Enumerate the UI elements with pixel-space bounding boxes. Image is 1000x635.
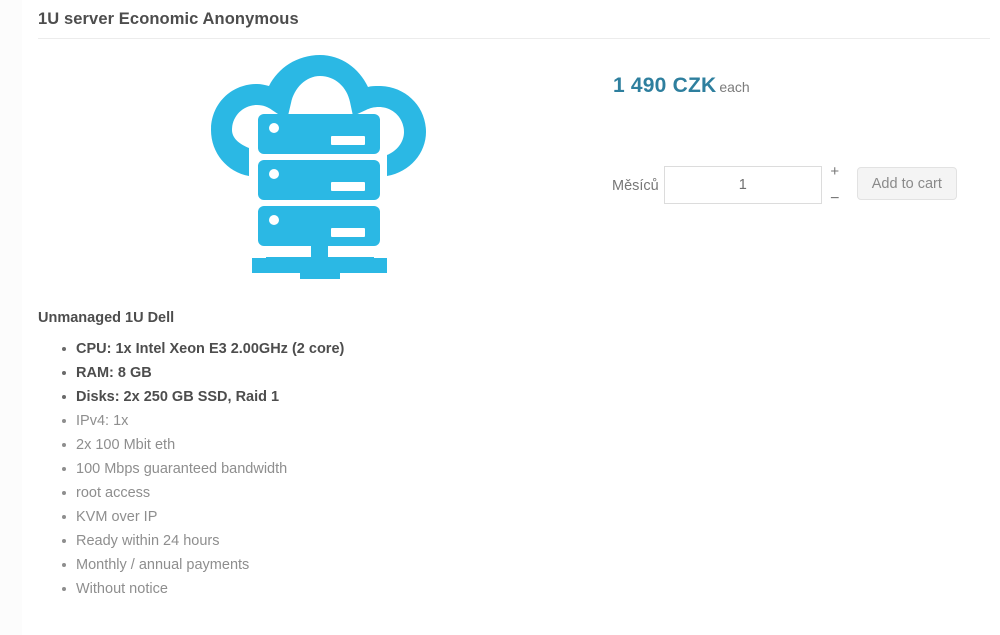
cloud-server-icon <box>211 55 426 279</box>
spec-list-item: 100 Mbps guaranteed bandwidth <box>38 462 578 477</box>
quantity-input[interactable] <box>663 166 822 204</box>
product-image <box>205 52 435 280</box>
quantity-label: Měsíců <box>612 178 659 194</box>
spec-list-item: IPv4: 1x <box>38 414 578 429</box>
price-unit-suffix: each <box>719 79 750 95</box>
title-divider <box>38 38 990 39</box>
description-heading: Unmanaged 1U Dell <box>38 310 175 326</box>
spec-list-item: Disks: 2x 250 GB SSD, Raid 1 <box>38 390 578 405</box>
product-description: Unmanaged 1U Dell CPU: 1x Intel Xeon E3 … <box>38 310 578 606</box>
price-amount: 1 490 CZK <box>613 74 717 97</box>
quantity-decrement-button[interactable]: − <box>829 191 841 207</box>
spec-list-item: 2x 100 Mbit eth <box>38 438 578 453</box>
spec-list-item: Ready within 24 hours <box>38 534 578 549</box>
spec-list-item: Without notice <box>38 582 578 597</box>
spec-list-item: root access <box>38 486 578 501</box>
product-detail-page: 1U server Economic Anonymous 1 490 CZK e… <box>0 0 1000 635</box>
page-title: 1U server Economic Anonymous <box>38 10 299 28</box>
quantity-stepper: + − <box>829 164 841 207</box>
spec-list-item: KVM over IP <box>38 510 578 525</box>
spec-list-item: RAM: 8 GB <box>38 366 578 381</box>
add-to-cart-button[interactable]: Add to cart <box>856 167 957 200</box>
quantity-increment-button[interactable]: + <box>829 164 841 179</box>
spec-list-item: Monthly / annual payments <box>38 558 578 573</box>
price-block: 1 490 CZK each <box>613 74 750 98</box>
purchase-controls: Měsíců + − Add to cart <box>612 164 957 207</box>
spec-list-item: CPU: 1x Intel Xeon E3 2.00GHz (2 core) <box>38 342 578 357</box>
spec-list: CPU: 1x Intel Xeon E3 2.00GHz (2 core) RA… <box>38 342 578 597</box>
left-gutter-band <box>0 0 22 635</box>
